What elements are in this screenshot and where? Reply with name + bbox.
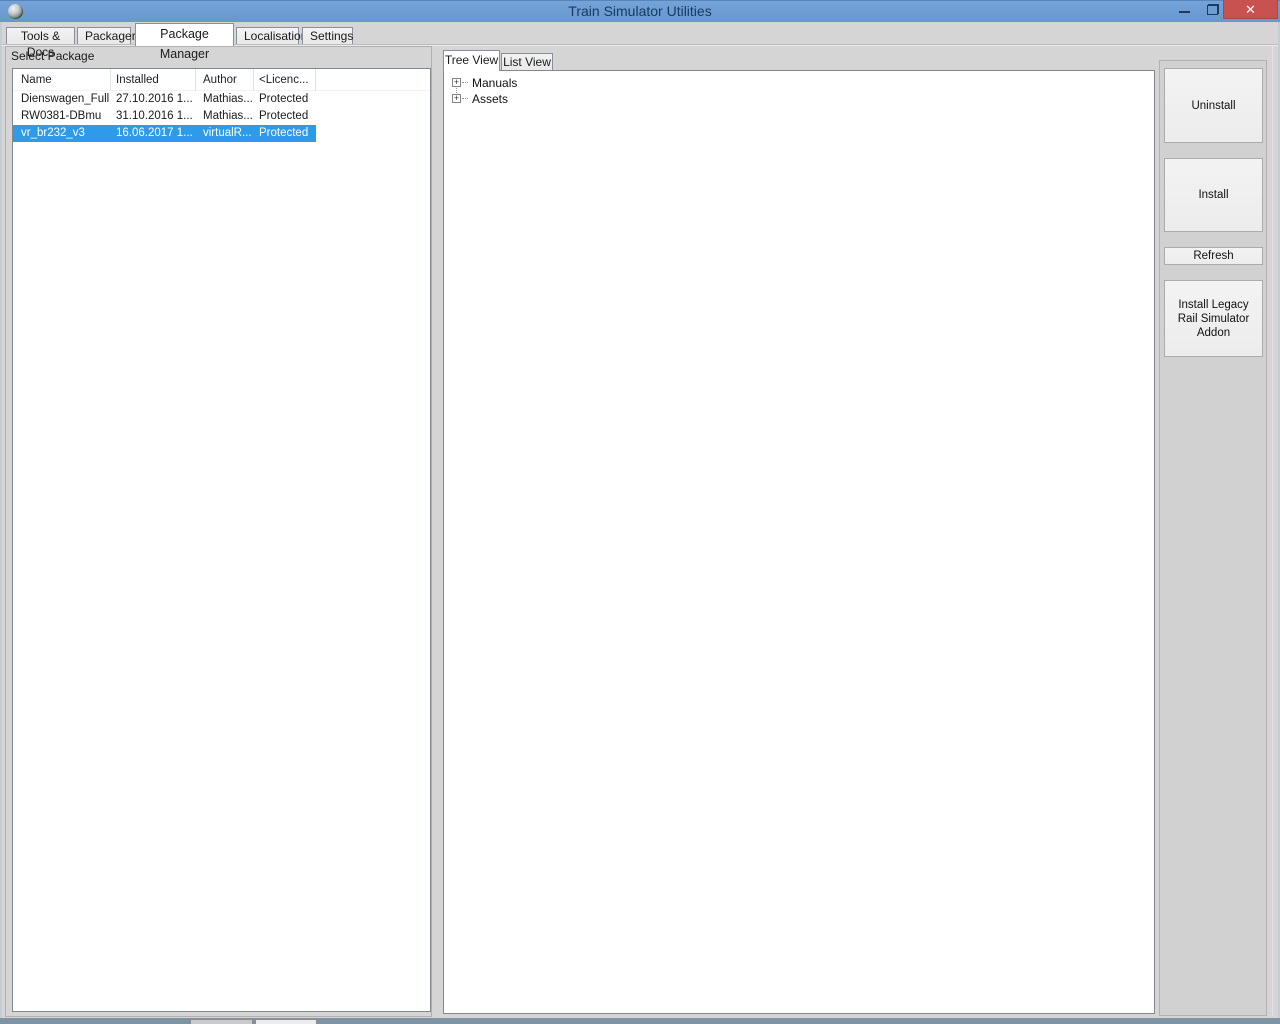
table-row-selected[interactable]: vr_br232_v3 16.06.2017 1... virtualR... … [13,125,430,142]
cell-installed: 27.10.2016 1... [116,93,193,105]
tabpage-right-border [1272,46,1273,1016]
refresh-button[interactable]: Refresh [1164,247,1263,265]
column-header-licence[interactable]: <Licenc... [254,69,316,91]
cutoff-button[interactable] [190,1019,253,1024]
column-header-author[interactable]: Author [196,69,254,91]
cell-installed: 16.06.2017 1... [111,125,196,142]
cell-author: virtualR... [196,125,254,142]
column-header-name[interactable]: Name [13,69,111,91]
package-list[interactable]: Name Installed Author <Licenc... Dienswa… [12,68,431,1012]
tree-connector-line [462,98,468,99]
cell-licence: Protected [259,93,309,105]
tree-item-label: Assets [472,92,509,106]
tab-tools-and-docs[interactable]: Tools & Docs [6,27,75,59]
title-bar[interactable]: Train Simulator Utilities [0,0,1280,22]
package-content-tree[interactable]: + Manuals + Assets [443,70,1155,1014]
close-button[interactable]: ✕ [1223,0,1278,19]
uninstall-button[interactable]: Uninstall [1164,68,1263,143]
cell-licence: Protected [259,110,309,122]
cell-name: vr_br232_v3 [13,125,111,142]
tab-package-manager[interactable]: Package Manager [135,23,234,61]
train-simulator-utilities-window: { "window": { "title": "Train Simulator … [0,0,1280,1024]
install-legacy-rail-simulator-addon-button[interactable]: Install Legacy Rail Simulator Addon [1164,280,1263,357]
package-list-header: Name Installed Author <Licenc... [13,69,430,91]
table-row[interactable]: RW0381-DBmu 31.10.2016 1... Mathias... P… [13,108,430,125]
install-button[interactable]: Install [1164,158,1263,232]
package-rows: Dienswagen_Full 27.10.2016 1... Mathias.… [13,91,430,142]
cutoff-button[interactable] [255,1019,317,1024]
cell-author: Mathias... [203,110,253,122]
cell-installed: 31.10.2016 1... [116,110,193,122]
window-title: Train Simulator Utilities [568,3,712,19]
tab-list-view[interactable]: List View [501,53,553,71]
tab-tree-view[interactable]: Tree View [443,50,500,71]
minimize-button[interactable] [1172,0,1198,19]
tab-packager[interactable]: Packager [77,27,136,44]
expand-plus-icon[interactable]: + [452,78,461,87]
cell-name: RW0381-DBmu [21,110,102,122]
cell-licence: Protected [254,125,316,142]
tree-item-label: Manuals [472,76,518,90]
main-tab-strip: Tools & Docs Packager Package Manager Lo… [0,22,1280,61]
expand-plus-icon[interactable]: + [452,94,461,103]
tab-settings[interactable]: Settings [302,27,353,44]
tab-localisation[interactable]: Localisation [236,27,307,44]
action-panel: Uninstall Install Refresh Install Legacy… [1159,60,1267,1016]
cell-name: Dienswagen_Full [21,93,110,105]
minimize-icon [1179,11,1190,13]
cell-author: Mathias... [203,93,253,105]
select-package-label: Select Package [11,49,95,63]
close-icon: ✕ [1245,2,1256,17]
table-row[interactable]: Dienswagen_Full 27.10.2016 1... Mathias.… [13,91,430,108]
tree-connector-line [462,82,468,83]
window-border-left [0,22,2,1018]
column-header-installed[interactable]: Installed [111,69,196,91]
restore-icon [1207,4,1219,15]
